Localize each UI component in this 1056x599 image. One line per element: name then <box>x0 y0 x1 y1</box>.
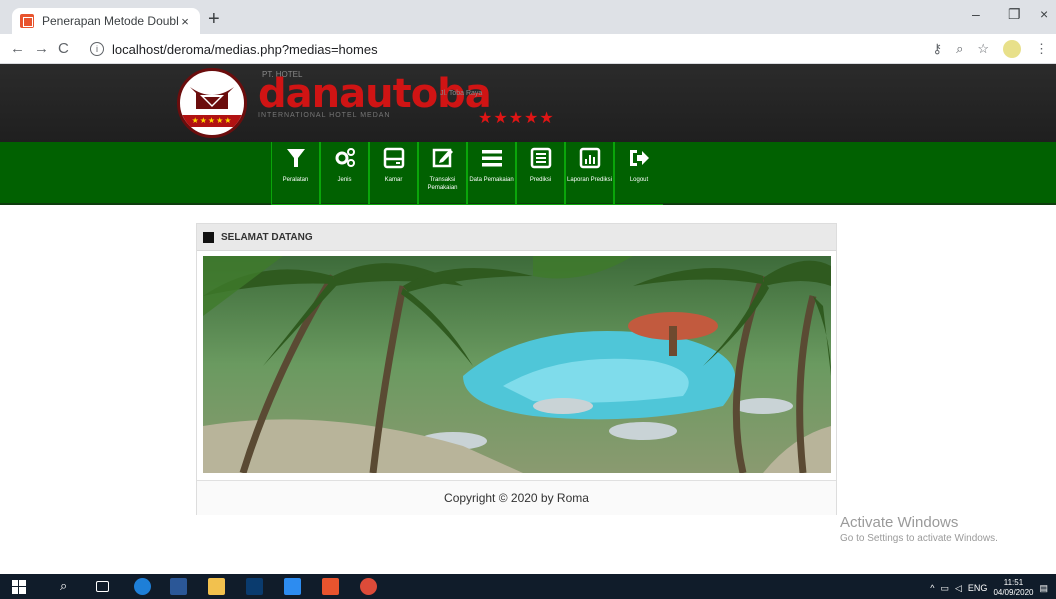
clock-date: 04/09/2020 <box>993 588 1034 597</box>
site-info-icon[interactable]: i <box>90 42 104 56</box>
edge-browser-icon[interactable] <box>134 578 151 595</box>
filter-icon <box>286 149 305 167</box>
close-window-icon[interactable]: × <box>1040 6 1048 22</box>
nav-item-kamar[interactable]: Kamar <box>369 142 418 205</box>
brand-stars: ★★★★★ <box>478 110 555 127</box>
nav-item-peralatan[interactable]: Peralatan <box>271 142 320 205</box>
tab-title: Penerapan Metode Double Expo <box>42 14 178 28</box>
nav-item-label: Logout <box>629 177 649 183</box>
word-app-icon[interactable] <box>170 578 187 595</box>
zoom-icon[interactable]: ⌕ <box>956 41 963 57</box>
file-explorer-icon[interactable] <box>208 578 225 595</box>
chevron-up-icon[interactable]: ^ <box>930 583 934 593</box>
chart-icon <box>579 147 600 169</box>
hotel-pool-photo <box>203 256 831 473</box>
forward-icon[interactable]: → <box>34 40 49 57</box>
nav-item-label: Prediksi <box>529 177 552 183</box>
maximize-icon[interactable]: ❐ <box>1008 6 1021 23</box>
notifications-icon[interactable]: ▤ <box>1039 583 1048 594</box>
system-tray: ^ ▭ ◁ ENG 11:51 04/09/2020 ▤ <box>930 578 1048 598</box>
welcome-panel: SELAMAT DATANG Copyright © 2020 by Roma <box>196 223 837 515</box>
site-favicon-icon <box>20 14 34 28</box>
search-icon[interactable]: ⌕ <box>60 578 77 595</box>
url-field[interactable]: i localhost/deroma/medias.php?medias=hom… <box>90 38 950 60</box>
brand-subtitle: INTERNATIONAL HOTEL MEDAN <box>258 112 391 119</box>
app-window-icon[interactable] <box>284 578 301 595</box>
list-icon <box>530 147 551 169</box>
nav-item-jenis[interactable]: Jenis <box>320 142 369 205</box>
battery-icon[interactable]: ▭ <box>940 583 949 594</box>
pool-illustration <box>203 256 831 473</box>
logout-icon <box>630 150 649 166</box>
nav-item-transaksi[interactable]: Transaksi Pemakaian <box>418 142 467 205</box>
browser-tab-strip: Penerapan Metode Double Expo × + – ❐ × <box>0 0 1056 34</box>
nav-item-label: Jenis <box>337 177 352 183</box>
main-nav: Peralatan Jenis Kamar Transaksi Pemakaia… <box>0 142 1056 205</box>
nav-item-label: Data Pemakaian <box>469 177 514 183</box>
watermark-line1: Activate Windows <box>840 514 959 531</box>
back-icon[interactable]: ← <box>10 40 25 57</box>
windows-start-icon[interactable] <box>12 578 29 595</box>
bookmark-star-icon[interactable]: ☆ <box>977 41 989 57</box>
minimize-icon[interactable]: – <box>972 6 980 22</box>
key-icon[interactable]: ⚷ <box>933 41 943 57</box>
new-tab-button[interactable]: + <box>208 9 220 29</box>
xampp-icon[interactable] <box>322 578 339 595</box>
brand-right-text: Jl. Toba Raya <box>440 90 483 97</box>
panel-header: SELAMAT DATANG <box>197 224 836 251</box>
tab-close-icon[interactable]: × <box>178 14 192 29</box>
profile-avatar[interactable] <box>1003 40 1021 58</box>
nav-item-prediksi[interactable]: Prediksi <box>516 142 565 205</box>
language-indicator[interactable]: ENG <box>968 583 988 593</box>
nav-item-laporan-prediksi[interactable]: Laporan Prediksi <box>565 142 614 205</box>
activate-windows-watermark: Activate Windows Go to Settings to activ… <box>840 514 998 544</box>
bars-icon <box>481 150 502 167</box>
clock[interactable]: 11:51 04/09/2020 <box>993 578 1033 598</box>
site-header: ★★★★★ PT. HOTEL danautoba Jl. Toba Raya … <box>0 64 1056 142</box>
panel-title: SELAMAT DATANG <box>221 231 313 243</box>
watermark-line2: Go to Settings to activate Windows. <box>840 533 998 544</box>
task-view-icon[interactable] <box>96 581 109 592</box>
chrome-browser-icon[interactable] <box>360 578 377 595</box>
nav-item-label: Laporan Prediksi <box>566 177 613 183</box>
gears-icon <box>335 148 355 167</box>
volume-icon[interactable]: ◁ <box>955 583 962 594</box>
nav-item-data-pemakaian[interactable]: Data Pemakaian <box>467 142 516 205</box>
nav-item-label: Peralatan <box>282 177 309 183</box>
nav-item-label: Kamar <box>384 177 403 183</box>
menu-dots-icon[interactable]: ⋮ <box>1035 41 1048 57</box>
windows-taskbar: ⌕ ^ ▭ ◁ ENG 11:51 04/09/2020 ▤ <box>0 574 1056 599</box>
batak-roof-icon <box>190 87 234 109</box>
browser-tab[interactable]: Penerapan Metode Double Expo × <box>12 8 200 34</box>
photoshop-icon[interactable] <box>246 578 263 595</box>
square-icon <box>203 231 214 243</box>
panel-footer: Copyright © 2020 by Roma <box>197 480 836 515</box>
clock-time: 11:51 <box>1003 578 1024 587</box>
edit-icon <box>432 148 453 168</box>
nav-item-logout[interactable]: Logout <box>614 142 663 205</box>
address-bar: ← → C i localhost/deroma/medias.php?medi… <box>0 34 1056 64</box>
hotel-logo: ★★★★★ <box>177 68 247 138</box>
reload-icon[interactable]: C <box>58 40 69 57</box>
logo-stars: ★★★★★ <box>180 115 244 127</box>
hdd-icon <box>383 147 404 169</box>
url-text: localhost/deroma/medias.php?medias=homes <box>112 41 378 57</box>
nav-item-label: Transaksi Pemakaian <box>427 177 458 191</box>
